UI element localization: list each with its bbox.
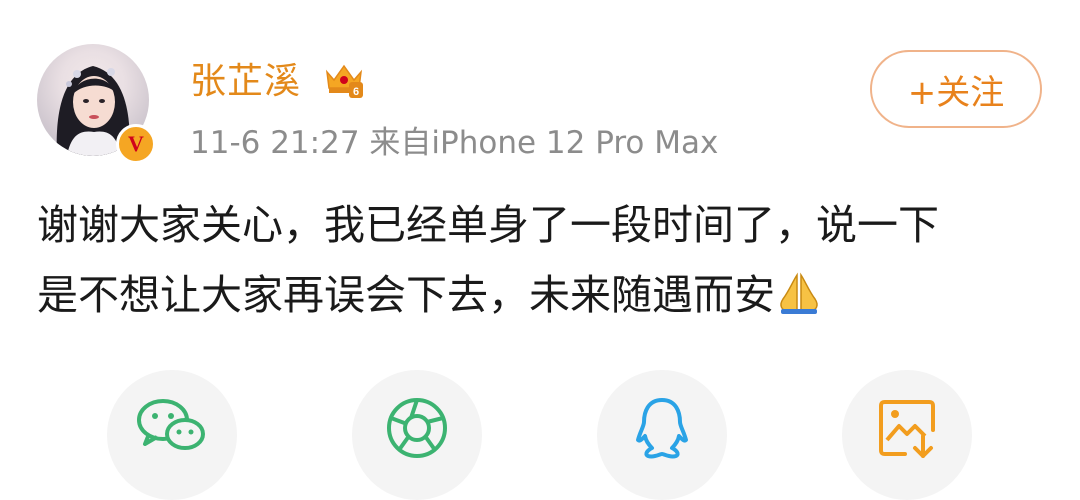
share-qq-button[interactable] [597,370,727,500]
share-wechat-button[interactable] [107,370,237,500]
vip-crown-icon: 6 [325,64,363,98]
post-meta: 11-6 21:27 来自iPhone 12 Pro Max [190,125,719,161]
post-text-line-2-content: 是不想让大家再误会下去，未来随遇而安 [37,271,775,319]
follow-button[interactable]: +关注 [870,50,1042,128]
verified-badge-icon: V [116,124,156,164]
moments-icon [387,398,447,458]
save-image-icon [879,400,935,458]
share-moments-button[interactable] [352,370,482,500]
wechat-icon [137,399,205,450]
post-text-line-1: 谢谢大家关心，我已经单身了一段时间了，说一下 [37,201,939,249]
share-save-image-button[interactable] [842,370,972,500]
pray-emoji-icon [780,272,818,314]
author-name[interactable]: 张芷溪 [190,52,301,104]
post-text-line-2: 是不想让大家再误会下去，未来随遇而安 [37,260,1027,330]
post-text: 谢谢大家关心，我已经单身了一段时间了，说一下 是不想让大家再误会下去，未来随遇而… [37,190,1027,330]
svg-text:6: 6 [353,86,359,98]
qq-icon [636,398,688,459]
